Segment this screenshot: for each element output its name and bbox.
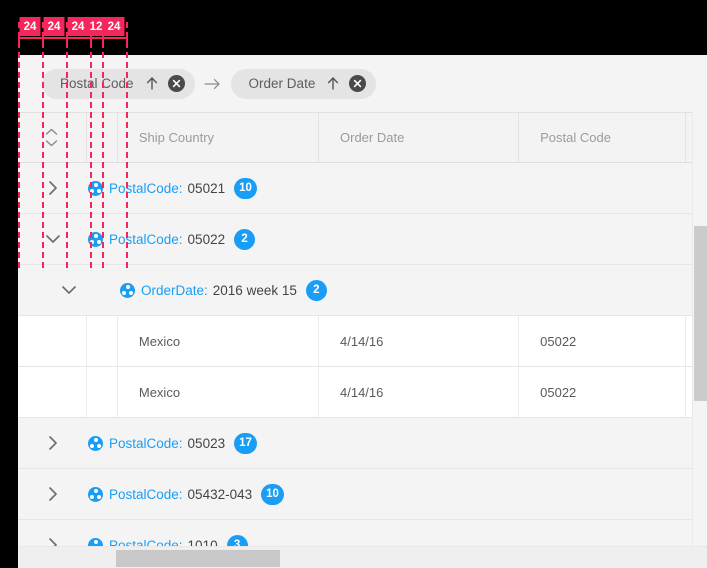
table-row[interactable]: OrderDate: 2016 week 15 2 [18, 265, 707, 316]
group-row-value: 2016 week 15 [212, 282, 297, 298]
row-spacer-cell [87, 367, 118, 417]
horizontal-scrollbar[interactable] [18, 546, 707, 568]
group-row-content: PostalCode: 05023 17 [88, 418, 707, 468]
grid-body: PostalCode: 05021 10 PostalCode: 05022 2 [18, 163, 707, 568]
group-chip-order-date[interactable]: Order Date [230, 68, 377, 99]
arrow-up-icon[interactable] [325, 76, 341, 92]
measurement-guide [18, 22, 20, 268]
arrow-right-icon [203, 77, 222, 91]
group-row-content: PostalCode: 05022 2 [88, 214, 707, 264]
cell-order-date: 4/14/16 [319, 367, 520, 417]
group-by-toolbar: Postal Code Order Date [18, 55, 707, 112]
group-row-key: OrderDate: [141, 282, 208, 298]
cell-postal-code: 05022 [519, 316, 686, 366]
vertical-scrollbar[interactable] [692, 112, 707, 568]
measurement-guide [126, 22, 128, 268]
vertical-scrollbar-thumb[interactable] [694, 226, 707, 401]
group-count-badge: 10 [234, 177, 257, 199]
chevron-right-icon[interactable] [18, 469, 88, 519]
group-row-content: OrderDate: 2016 week 15 2 [120, 265, 707, 315]
measurement-guide [66, 22, 68, 268]
horizontal-scrollbar-thumb[interactable] [116, 550, 280, 567]
group-row-value: 05023 [187, 435, 226, 451]
chevron-down-icon[interactable] [18, 214, 88, 264]
group-count-badge: 10 [261, 483, 284, 505]
chevron-right-icon[interactable] [18, 163, 88, 213]
cell-order-date: 4/14/16 [319, 316, 520, 366]
measurement-badge: 24 [19, 17, 41, 36]
group-row-key: PostalCode: [109, 180, 183, 196]
table-row[interactable]: PostalCode: 05023 17 [18, 418, 707, 469]
group-row-content: PostalCode: 05432-043 10 [88, 469, 707, 519]
group-node-icon [88, 435, 103, 451]
table-row[interactable]: PostalCode: 05022 2 [18, 214, 707, 265]
measurement-guide [102, 22, 104, 268]
table-row[interactable]: PostalCode: 05021 10 [18, 163, 707, 214]
grid-header-row: Ship Country Order Date Postal Code [18, 112, 707, 163]
group-row-value: 05432-043 [187, 486, 253, 502]
group-row-key: PostalCode: [109, 231, 183, 247]
chevron-right-icon[interactable] [18, 418, 88, 468]
group-row-value: 05022 [187, 231, 226, 247]
group-node-icon [120, 282, 135, 298]
table-row[interactable]: PostalCode: 05432-043 10 [18, 469, 707, 520]
header-cell-ship-country[interactable]: Ship Country [118, 113, 319, 162]
group-chip-label: Postal Code [60, 76, 134, 91]
row-sorter-cell [18, 316, 87, 366]
measurement-badge: 24 [43, 17, 65, 36]
cell-ship-country: Mexico [118, 367, 319, 417]
row-sorter-cell [18, 367, 87, 417]
cell-postal-code: 05022 [519, 367, 686, 417]
header-sort-toggle[interactable] [18, 113, 87, 162]
close-circle-icon[interactable] [349, 75, 367, 92]
measurement-guide [90, 22, 92, 268]
header-cell-order-date[interactable]: Order Date [319, 113, 520, 162]
measurement-guide [42, 22, 44, 268]
group-row-value: 05021 [187, 180, 226, 196]
group-row-content: PostalCode: 05021 10 [88, 163, 707, 213]
data-grid-panel: Postal Code Order Date Ship Country Orde… [18, 55, 707, 568]
group-chip-postal-code[interactable]: Postal Code [42, 68, 195, 99]
table-row[interactable]: Mexico 4/14/16 05022 [18, 316, 707, 367]
chevron-down-icon[interactable] [18, 265, 120, 315]
header-cell-postal-code[interactable]: Postal Code [519, 113, 686, 162]
group-count-badge: 2 [234, 228, 256, 250]
group-count-badge: 17 [234, 432, 257, 454]
group-row-key: PostalCode: [109, 486, 183, 502]
table-row[interactable]: Mexico 4/14/16 05022 [18, 367, 707, 418]
measurement-badge: 24 [103, 17, 125, 36]
group-row-key: PostalCode: [109, 435, 183, 451]
measurement-baseline [18, 37, 126, 39]
group-node-icon [88, 486, 103, 502]
measurement-tick [126, 33, 128, 42]
group-count-badge: 2 [305, 279, 327, 301]
screenshot-root: Postal Code Order Date Ship Country Orde… [0, 0, 707, 568]
chevron-up-down-icon[interactable] [45, 128, 58, 147]
arrow-up-icon[interactable] [144, 76, 160, 92]
group-chip-label: Order Date [248, 76, 316, 91]
cell-ship-country: Mexico [118, 316, 319, 366]
row-spacer-cell [87, 316, 118, 366]
close-circle-icon[interactable] [167, 75, 185, 92]
